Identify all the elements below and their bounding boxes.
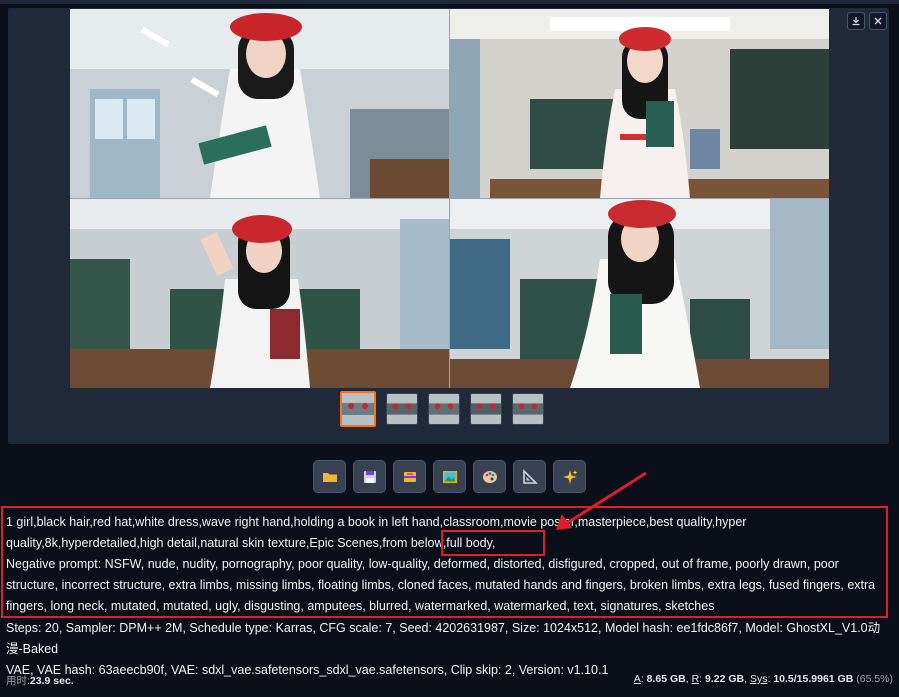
send-to-img2img-button[interactable]	[433, 460, 466, 493]
thumbnail-strip	[340, 391, 544, 427]
thumbnail-4[interactable]	[470, 393, 502, 425]
elapsed-time-label: 用时:	[6, 675, 30, 687]
save-icon	[363, 470, 376, 483]
zip-button[interactable]	[393, 460, 426, 493]
memory-usage: A: 8.65 GB, R: 9.22 GB, Sys: 10.5/15.996…	[633, 673, 893, 685]
thumbnail-image	[429, 394, 459, 424]
classroom-girl-image	[450, 199, 829, 388]
classroom-girl-image	[70, 199, 449, 388]
params-line-1: Steps: 20, Sampler: DPM++ 2M, Schedule t…	[6, 621, 881, 656]
download-button[interactable]	[847, 12, 865, 30]
send-to-extras-icon	[522, 468, 538, 484]
memory-r-label: R	[691, 673, 700, 685]
gallery-image-3[interactable]	[70, 199, 449, 388]
elapsed-time: 用时:23.9 sec.	[6, 673, 74, 688]
open-folder-button[interactable]	[313, 460, 346, 493]
image-action-toolbar	[313, 460, 586, 493]
zip-icon	[403, 471, 416, 482]
image-grid	[70, 9, 829, 388]
thumbnail-image	[513, 394, 543, 424]
annotation-box-prompt	[1, 506, 888, 618]
memory-sys-percent: (65.5%)	[856, 673, 893, 685]
image-corner-actions	[847, 12, 887, 30]
send-to-inpaint-icon	[482, 470, 497, 483]
download-icon	[852, 17, 860, 26]
send-to-extras-button[interactable]	[513, 460, 546, 493]
thumbnail-5[interactable]	[512, 393, 544, 425]
save-button[interactable]	[353, 460, 386, 493]
memory-sys-label: Sys	[749, 673, 768, 685]
memory-a-label: A	[633, 673, 641, 685]
memory-a-value: 8.65 GB	[646, 673, 686, 685]
annotation-box-full-body	[441, 530, 545, 556]
thumbnail-image	[342, 393, 374, 425]
thumbnail-1[interactable]	[340, 391, 376, 427]
send-to-img2img-icon	[442, 470, 457, 483]
memory-r-value: 9.22 GB	[705, 673, 745, 685]
memory-sys-value: 10.5/15.9961 GB	[773, 673, 854, 685]
close-icon	[874, 17, 882, 25]
thumbnail-2[interactable]	[386, 393, 418, 425]
gallery-image-1[interactable]	[70, 9, 449, 198]
gallery-image-2[interactable]	[450, 9, 829, 198]
image-gallery	[8, 8, 889, 444]
classroom-girl-image	[450, 9, 829, 198]
classroom-girl-image	[70, 9, 449, 198]
generation-params: Steps: 20, Sampler: DPM++ 2M, Schedule t…	[6, 618, 890, 681]
annotation-arrow-icon	[556, 471, 647, 530]
elapsed-time-value: 23.9 sec.	[29, 675, 74, 687]
top-band	[0, 0, 899, 4]
thumbnail-image	[387, 394, 417, 424]
send-to-inpaint-button[interactable]	[473, 460, 506, 493]
thumbnail-3[interactable]	[428, 393, 460, 425]
gallery-image-4[interactable]	[450, 199, 829, 388]
close-button[interactable]	[869, 12, 887, 30]
folder-icon	[322, 472, 337, 482]
thumbnail-image	[471, 394, 501, 424]
